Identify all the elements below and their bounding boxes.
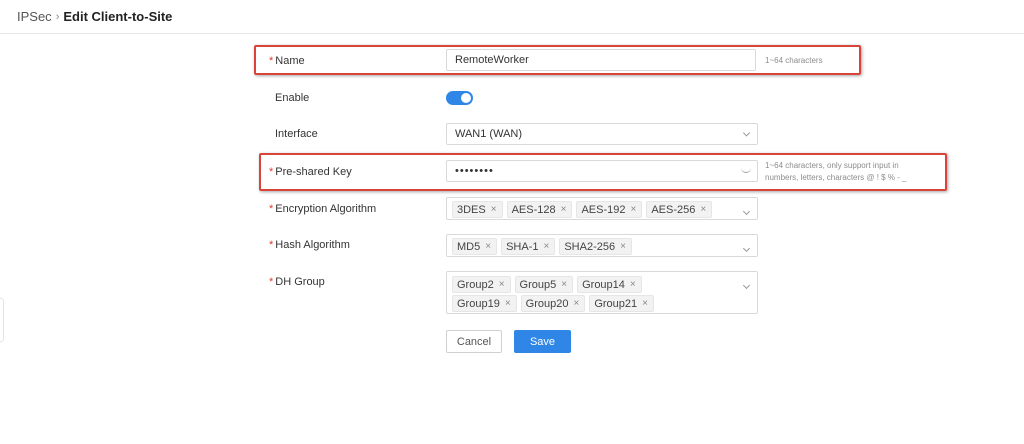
tag-label: Group21 [594, 297, 638, 310]
chevron-down-icon [742, 281, 751, 290]
name-label-text: Name [275, 55, 305, 67]
required-mark: * [269, 276, 274, 288]
tag-3des: 3DES × [452, 201, 503, 218]
tag-label: Group14 [582, 278, 625, 291]
psk-hint-line2: numbers, letters, characters @ ! $ % - _ [765, 173, 907, 182]
psk-hint: 1~64 characters, only support input in n… [765, 160, 907, 184]
tag-label: Group5 [519, 278, 557, 291]
tag-label: Group2 [457, 278, 494, 291]
name-hint: 1~64 characters [765, 56, 823, 65]
side-collapse-handle[interactable] [0, 298, 4, 342]
tag-aes-192: AES-192 × [576, 201, 643, 218]
psk-label: * Pre-shared Key [269, 166, 352, 178]
tag-group5: Group5 × [514, 276, 574, 293]
tag-label: 3DES [457, 203, 486, 216]
save-button[interactable]: Save [514, 330, 571, 353]
close-icon[interactable]: × [631, 204, 637, 215]
close-icon[interactable]: × [700, 204, 706, 215]
enable-toggle[interactable] [446, 91, 473, 105]
close-icon[interactable]: × [485, 241, 491, 252]
interface-selected-value: WAN1 (WAN) [455, 128, 523, 140]
breadcrumb: IPSec › Edit Client-to-Site [17, 9, 172, 24]
tag-label: SHA2-256 [564, 240, 616, 253]
tag-label: MD5 [457, 240, 481, 253]
dh-multiselect[interactable]: Group2 × Group5 × Group14 × Group19 × Group2… [446, 271, 758, 314]
tag-group2: Group2 × [452, 276, 511, 293]
psk-masked-value: •••••••• [455, 165, 494, 177]
interface-label: Interface [275, 128, 318, 140]
required-mark: * [269, 55, 274, 67]
hash-label-text: Hash Algorithm [275, 239, 350, 251]
hash-multiselect[interactable]: MD5 × SHA-1 × SHA2-256 × [446, 234, 758, 257]
psk-label-text: Pre-shared Key [275, 166, 352, 178]
tag-label: Group19 [457, 297, 500, 310]
tag-label: AES-256 [651, 203, 696, 216]
page-title: Edit Client-to-Site [63, 9, 173, 24]
psk-input[interactable]: •••••••• [446, 160, 758, 182]
cancel-button[interactable]: Cancel [446, 330, 502, 353]
toggle-knob [461, 93, 471, 103]
enable-label: Enable [275, 92, 310, 104]
close-icon[interactable]: × [573, 298, 579, 309]
name-input-value: RemoteWorker [455, 54, 529, 66]
chevron-down-icon [742, 244, 751, 253]
name-label: * Name [269, 55, 305, 67]
close-icon[interactable]: × [561, 279, 567, 290]
tag-sha-1: SHA-1 × [501, 238, 556, 255]
tag-md5: MD5 × [452, 238, 498, 255]
tag-aes-256: AES-256 × [646, 201, 713, 218]
chevron-down-icon [742, 207, 751, 216]
close-icon[interactable]: × [505, 298, 511, 309]
tag-label: AES-128 [511, 203, 556, 216]
close-icon[interactable]: × [499, 279, 505, 290]
dh-label-text: DH Group [275, 276, 325, 288]
tag-aes-128: AES-128 × [506, 201, 573, 218]
required-mark: * [269, 239, 274, 251]
close-icon[interactable]: × [620, 241, 626, 252]
close-icon[interactable]: × [543, 241, 549, 252]
tag-label: AES-192 [581, 203, 626, 216]
tag-group20: Group20 × [520, 295, 586, 312]
encryption-label: * Encryption Algorithm [269, 203, 376, 215]
name-input[interactable]: RemoteWorker [446, 49, 756, 71]
encryption-multiselect[interactable]: 3DES × AES-128 × AES-192 × AES-256 × [446, 197, 758, 220]
close-icon[interactable]: × [561, 204, 567, 215]
breadcrumb-parent-link[interactable]: IPSec [17, 9, 52, 24]
tag-group21: Group21 × [589, 295, 654, 312]
eye-closed-icon[interactable] [741, 167, 751, 173]
close-icon[interactable]: × [491, 204, 497, 215]
dh-label: * DH Group [269, 276, 325, 288]
header-divider [0, 33, 1024, 34]
chevron-right-icon: › [55, 10, 60, 23]
encryption-label-text: Encryption Algorithm [275, 203, 377, 215]
close-icon[interactable]: × [630, 279, 636, 290]
required-mark: * [269, 203, 274, 215]
required-mark: * [269, 166, 274, 178]
hash-label: * Hash Algorithm [269, 239, 350, 251]
tag-label: SHA-1 [506, 240, 539, 253]
tag-group14: Group14 × [577, 276, 642, 293]
close-icon[interactable]: × [642, 298, 648, 309]
tag-label: Group20 [525, 297, 569, 310]
tag-sha2-256: SHA2-256 × [559, 238, 632, 255]
chevron-down-icon [742, 129, 751, 137]
page: IPSec › Edit Client-to-Site * Name Remote… [0, 0, 1024, 444]
tag-group19: Group19 × [452, 295, 517, 312]
psk-hint-line1: 1~64 characters, only support input in [765, 161, 899, 170]
interface-select[interactable]: WAN1 (WAN) [446, 123, 758, 145]
